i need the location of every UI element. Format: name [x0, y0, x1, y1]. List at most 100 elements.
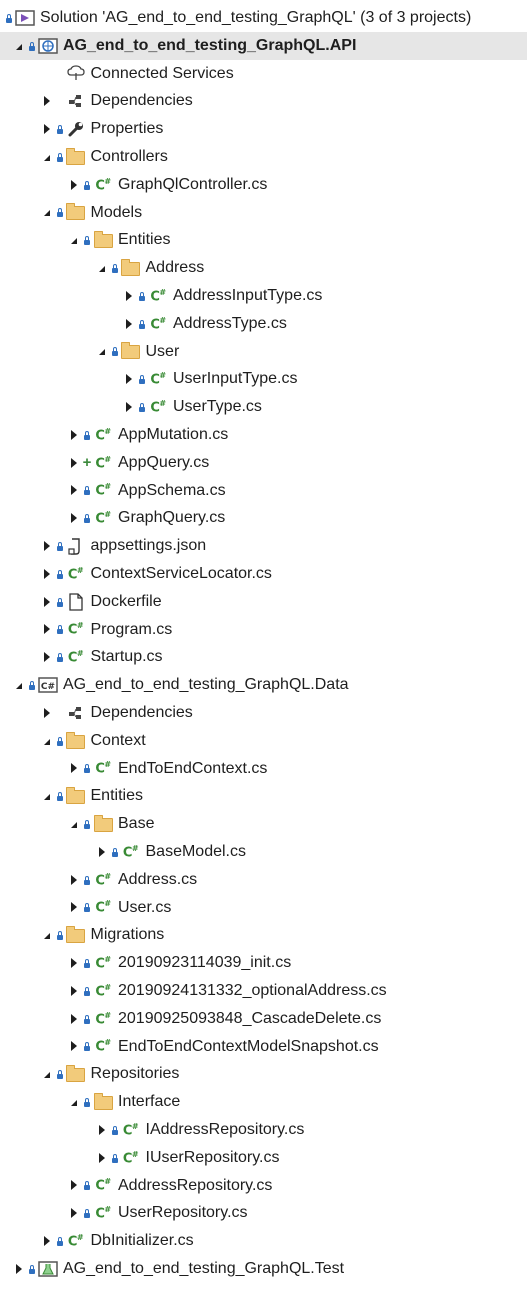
tree-node-item[interactable]: C# 20190925093848_CascadeDelete.cs — [0, 1005, 527, 1033]
collapse-arrow-icon[interactable] — [41, 532, 53, 560]
tree-node-item[interactable]: Dependencies — [0, 87, 527, 115]
collapse-arrow-icon[interactable] — [68, 449, 80, 477]
collapse-arrow-icon[interactable] — [41, 699, 53, 727]
tree-node-folder[interactable]: Entities — [0, 226, 527, 254]
collapse-arrow-icon[interactable] — [123, 393, 135, 421]
tree-node-item[interactable]: Connected Services — [0, 60, 527, 88]
tree-node-item[interactable]: C# AddressRepository.cs — [0, 1172, 527, 1200]
collapse-arrow-icon[interactable] — [68, 1172, 80, 1200]
expand-arrow-icon[interactable] — [68, 810, 80, 838]
tree-node-project[interactable]: AG_end_to_end_testing_GraphQL.API — [0, 31, 527, 60]
expand-arrow-icon[interactable] — [41, 143, 53, 171]
collapse-arrow-icon[interactable] — [41, 588, 53, 616]
expand-arrow-icon[interactable] — [41, 921, 53, 949]
tree-node-item[interactable]: C# 20190924131332_optionalAddress.cs — [0, 977, 527, 1005]
tree-node-item[interactable]: C# UserRepository.cs — [0, 1199, 527, 1227]
tree-node-item[interactable]: C# IUserRepository.cs — [0, 1144, 527, 1172]
collapse-arrow-icon[interactable] — [96, 1144, 108, 1172]
expand-arrow-icon[interactable] — [41, 782, 53, 810]
tree-node-item[interactable]: Dockerfile — [0, 588, 527, 616]
collapse-arrow-icon[interactable] — [123, 310, 135, 338]
collapse-arrow-icon[interactable] — [41, 560, 53, 588]
tree-node-item[interactable]: C# Program.cs — [0, 616, 527, 644]
tree-node-item[interactable]: C# AppMutation.cs — [0, 421, 527, 449]
tree-node-item[interactable]: C# Address.cs — [0, 866, 527, 894]
collapse-arrow-icon[interactable] — [123, 282, 135, 310]
tree-node-label: Dockerfile — [90, 592, 162, 610]
tree-node-item[interactable]: appsettings.json — [0, 532, 527, 560]
collapse-arrow-icon[interactable] — [68, 477, 80, 505]
tree-node-item[interactable]: C# EndToEndContext.cs — [0, 755, 527, 783]
expand-arrow-icon[interactable] — [96, 254, 108, 282]
tree-node-item[interactable]: C# AddressInputType.cs — [0, 282, 527, 310]
tree-node-project[interactable]: C# AG_end_to_end_testing_GraphQL.Data — [0, 671, 527, 699]
collapse-arrow-icon[interactable] — [41, 87, 53, 115]
collapse-arrow-icon[interactable] — [68, 1033, 80, 1061]
collapse-arrow-icon[interactable] — [68, 421, 80, 449]
collapse-arrow-icon[interactable] — [68, 1199, 80, 1227]
lock-icon — [82, 1033, 92, 1061]
tree-node-folder[interactable]: User — [0, 338, 527, 366]
tree-node-folder[interactable]: Models — [0, 199, 527, 227]
tree-node-folder[interactable]: Migrations — [0, 921, 527, 949]
tree-node-item[interactable]: C# 20190923114039_init.cs — [0, 949, 527, 977]
tree-node-item[interactable]: C# Startup.cs — [0, 643, 527, 671]
csharp-file-icon: C# — [122, 843, 139, 861]
tree-node-item[interactable]: C# User.cs — [0, 894, 527, 922]
tree-node-item[interactable]: C# DbInitializer.cs — [0, 1227, 527, 1255]
tree-node-item[interactable]: C# EndToEndContextModelSnapshot.cs — [0, 1033, 527, 1061]
collapse-arrow-icon[interactable] — [41, 616, 53, 644]
tree-node-item[interactable]: C# UserInputType.cs — [0, 365, 527, 393]
collapse-arrow-icon[interactable] — [41, 1227, 53, 1255]
expand-arrow-icon[interactable] — [68, 226, 80, 254]
collapse-arrow-icon[interactable] — [68, 949, 80, 977]
tree-node-item[interactable]: + C# AppQuery.cs — [0, 449, 527, 477]
tree-node-folder[interactable]: Entities — [0, 782, 527, 810]
tree-node-item[interactable]: C# BaseModel.cs — [0, 838, 527, 866]
collapse-arrow-icon[interactable] — [68, 504, 80, 532]
tree-node-item[interactable]: C# UserType.cs — [0, 393, 527, 421]
tree-node-folder[interactable]: Interface — [0, 1088, 527, 1116]
tree-node-item[interactable]: C# GraphQuery.cs — [0, 504, 527, 532]
expand-arrow-icon[interactable] — [13, 32, 25, 60]
expand-arrow-icon[interactable] — [96, 338, 108, 366]
tree-node-item[interactable]: Properties — [0, 115, 527, 143]
tree-node-item[interactable]: C# AppSchema.cs — [0, 477, 527, 505]
tree-node-project[interactable]: AG_end_to_end_testing_GraphQL.Test — [0, 1255, 527, 1283]
collapse-arrow-icon[interactable] — [41, 115, 53, 143]
collapse-arrow-icon[interactable] — [68, 866, 80, 894]
solution-icon — [14, 4, 36, 32]
expand-arrow-icon[interactable] — [41, 199, 53, 227]
tree-node-item[interactable]: C# GraphQlController.cs — [0, 171, 527, 199]
expand-arrow-icon[interactable] — [68, 1088, 80, 1116]
collapse-arrow-icon[interactable] — [96, 1116, 108, 1144]
tree-node-folder[interactable]: Address — [0, 254, 527, 282]
collapse-arrow-icon[interactable] — [123, 365, 135, 393]
collapse-arrow-icon[interactable] — [96, 838, 108, 866]
expand-arrow-icon[interactable] — [41, 1060, 53, 1088]
tree-node-project[interactable]: Solution 'AG_end_to_end_testing_GraphQL'… — [0, 4, 527, 32]
tree-node-label: AG_end_to_end_testing_GraphQL.API — [63, 36, 357, 54]
tree-node-folder[interactable]: Base — [0, 810, 527, 838]
test-project-icon — [37, 1255, 59, 1283]
collapse-arrow-icon[interactable] — [13, 1255, 25, 1283]
collapse-arrow-icon[interactable] — [68, 755, 80, 783]
lock-icon — [82, 1005, 92, 1033]
tree-node-item[interactable]: Dependencies — [0, 699, 527, 727]
tree-node-label: Address — [145, 259, 205, 277]
collapse-arrow-icon[interactable] — [68, 894, 80, 922]
tree-node-folder[interactable]: Context — [0, 727, 527, 755]
collapse-arrow-icon[interactable] — [68, 977, 80, 1005]
collapse-arrow-icon[interactable] — [68, 1005, 80, 1033]
expand-arrow-icon[interactable] — [13, 671, 25, 699]
expand-arrow-icon[interactable] — [41, 727, 53, 755]
tree-node-item[interactable]: C# ContextServiceLocator.cs — [0, 560, 527, 588]
tree-node-item[interactable]: C# IAddressRepository.cs — [0, 1116, 527, 1144]
tree-node-folder[interactable]: Repositories — [0, 1060, 527, 1088]
tree-node-folder[interactable]: Controllers — [0, 143, 527, 171]
collapse-arrow-icon[interactable] — [41, 643, 53, 671]
tree-node-item[interactable]: C# AddressType.cs — [0, 310, 527, 338]
connected-services-icon — [65, 60, 87, 88]
csharp-file-icon: C# — [95, 454, 111, 471]
collapse-arrow-icon[interactable] — [68, 171, 80, 199]
